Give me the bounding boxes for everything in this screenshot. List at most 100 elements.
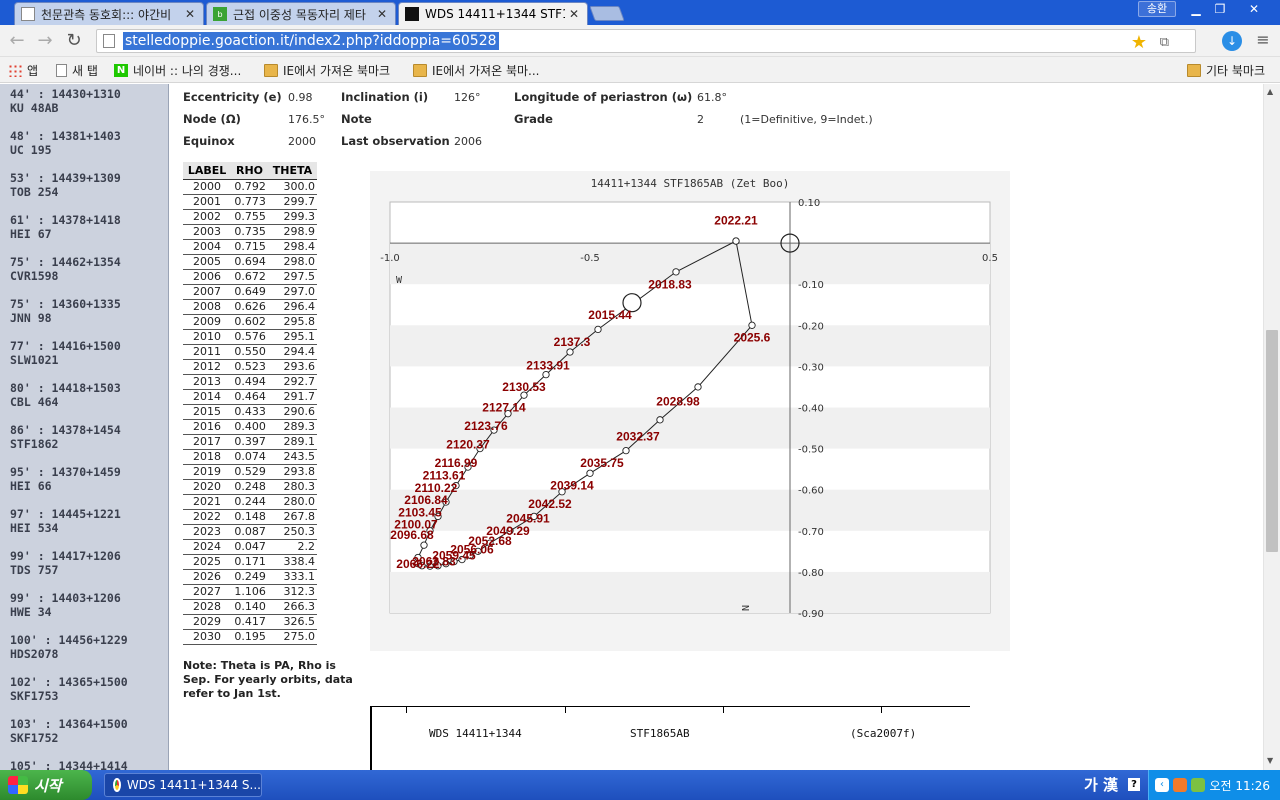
last-observation-label: Last observation bbox=[341, 134, 450, 148]
table-header-row: LABEL RHO THETA bbox=[183, 162, 317, 180]
minimize-icon[interactable]: ▁ bbox=[1184, 1, 1208, 17]
bookmark-new-tab[interactable]: 새 탭 bbox=[56, 61, 98, 79]
table-row: 2006 0.672 297.5 bbox=[183, 269, 317, 285]
last-observation-value: 2006 bbox=[454, 135, 482, 148]
sidebar-item[interactable]: 103' : 14364+1500 SKF1752 bbox=[10, 717, 128, 745]
sidebar-item[interactable]: 86' : 14378+1454 STF1862 bbox=[10, 423, 121, 451]
bookmark-star-icon[interactable]: ★ bbox=[1131, 32, 1147, 53]
sidebar-item[interactable]: 75' : 14462+1354 CVR1598 bbox=[10, 255, 121, 283]
label-cell: 2018 bbox=[183, 449, 232, 465]
table-row: 2008 0.626 296.4 bbox=[183, 299, 317, 315]
orbit-point bbox=[420, 541, 428, 549]
table-row: 2010 0.576 295.1 bbox=[183, 329, 317, 345]
orbit-info-strip: WDS 14411+1344 STF1865AB (Sca2007f) bbox=[370, 706, 970, 770]
back-arrow-icon[interactable]: ← bbox=[6, 30, 28, 52]
download-icon[interactable]: ↓ bbox=[1222, 31, 1242, 51]
theta-cell: 293.8 bbox=[267, 464, 317, 480]
theta-cell: 289.1 bbox=[267, 434, 317, 450]
close-tab-icon[interactable]: ✕ bbox=[377, 7, 389, 21]
tab-wds[interactable]: WDS 14411+1344 STF1865 ✕ bbox=[398, 2, 588, 25]
menu-icon[interactable]: ≡ bbox=[1254, 30, 1272, 49]
start-button[interactable]: 시작 bbox=[0, 770, 92, 800]
theta-cell: 289.3 bbox=[267, 419, 317, 435]
sidebar-item[interactable]: 95' : 14370+1459 HEI 66 bbox=[10, 465, 121, 493]
tray-expand-icon[interactable]: ‹ bbox=[1155, 778, 1169, 792]
sidebar-item[interactable]: 48' : 14381+1403 UC 195 bbox=[10, 129, 121, 157]
theta-cell: 338.4 bbox=[267, 554, 317, 570]
theta-cell: 298.0 bbox=[267, 254, 317, 270]
rho-cell: 0.755 bbox=[231, 209, 268, 225]
label-cell: 2021 bbox=[183, 494, 232, 510]
theta-cell: 298.9 bbox=[267, 224, 317, 240]
forward-arrow-icon[interactable]: → bbox=[34, 30, 56, 52]
sidebar-item[interactable]: 97' : 14445+1221 HEI 534 bbox=[10, 507, 121, 535]
table-row: 2022 0.148 267.8 bbox=[183, 509, 317, 525]
user-profile-button[interactable]: 송환 bbox=[1138, 1, 1176, 17]
scroll-down-icon[interactable]: ▼ bbox=[1267, 756, 1273, 765]
bookmark-naver[interactable]: N 네이버 :: 나의 경쟁... bbox=[114, 61, 241, 79]
label-cell: 2023 bbox=[183, 524, 232, 540]
eccentricity-value: 0.98 bbox=[288, 91, 313, 104]
restore-icon[interactable]: ❐ bbox=[1208, 1, 1232, 17]
table-row: 2004 0.715 298.4 bbox=[183, 239, 317, 255]
address-bar[interactable]: stelledoppie.goaction.it/index2.php?iddo… bbox=[96, 29, 1196, 53]
sidebar-item[interactable]: 102' : 14365+1500 SKF1753 bbox=[10, 675, 128, 703]
orbit-point bbox=[586, 469, 594, 477]
table-row: 2009 0.602 295.8 bbox=[183, 314, 317, 330]
label-cell: 2017 bbox=[183, 434, 232, 450]
theta-cell: 312.3 bbox=[267, 584, 317, 600]
rho-cell: 0.249 bbox=[231, 569, 268, 585]
folder-icon bbox=[413, 63, 427, 77]
table-row: 2014 0.464 291.7 bbox=[183, 389, 317, 405]
bookmark-apps[interactable]: 앱 bbox=[8, 61, 38, 79]
epoch-label: 2025.6 bbox=[734, 331, 771, 345]
sidebar-item[interactable]: 77' : 14416+1500 SLW1021 bbox=[10, 339, 121, 367]
sidebar-item[interactable]: 105' : 14344+1414 bbox=[10, 759, 128, 770]
sidebar-item[interactable]: 99' : 14417+1206 TDS 757 bbox=[10, 549, 121, 577]
rho-cell: 0.694 bbox=[231, 254, 268, 270]
bookmarks-bar: 앱 새 탭 N 네이버 :: 나의 경쟁... IE에서 가져온 북마크 IE에… bbox=[0, 57, 1280, 83]
new-tab-button[interactable] bbox=[589, 6, 625, 21]
scroll-up-icon[interactable]: ▲ bbox=[1267, 87, 1273, 96]
rho-cell: 0.244 bbox=[231, 494, 268, 510]
table-row: 2011 0.550 294.4 bbox=[183, 344, 317, 360]
bookmark-ie-import-1[interactable]: IE에서 가져온 북마크 bbox=[264, 61, 390, 79]
ime-indicator[interactable]: 가 漢 bbox=[1084, 774, 1118, 795]
page-icon bbox=[21, 7, 35, 21]
clock[interactable]: 오전 11:26 bbox=[1210, 777, 1270, 794]
bookmark-ie-import-2[interactable]: IE에서 가져온 북마... bbox=[413, 61, 539, 79]
table-row: 2007 0.649 297.0 bbox=[183, 284, 317, 300]
table-row: 2026 0.249 333.1 bbox=[183, 569, 317, 585]
tab-blog[interactable]: b 근접 이중성 목동자리 제타 ✕ bbox=[206, 2, 396, 25]
table-row: 2027 1.106 312.3 bbox=[183, 584, 317, 600]
translate-icon[interactable]: ⧉ bbox=[1160, 35, 1169, 50]
close-tab-icon[interactable]: ✕ bbox=[569, 7, 581, 21]
tab-astronomy-club[interactable]: 천문관측 동호회::: 야간비 ✕ bbox=[14, 2, 204, 25]
label-cell: 2027 bbox=[183, 584, 232, 600]
scroll-thumb[interactable] bbox=[1266, 330, 1278, 552]
epoch-label: 2123.76 bbox=[464, 419, 508, 433]
grade-note: (1=Definitive, 9=Indet.) bbox=[740, 113, 873, 126]
page-scrollbar[interactable]: ▲ ▼ bbox=[1263, 84, 1280, 770]
taskbar-chrome-window[interactable]: WDS 14411+1344 S... bbox=[104, 773, 262, 797]
theta-cell: 297.0 bbox=[267, 284, 317, 300]
close-tab-icon[interactable]: ✕ bbox=[185, 7, 197, 21]
sidebar-item[interactable]: 44' : 14430+1310 KU 48AB bbox=[10, 87, 121, 115]
page-content: 44' : 14430+1310 KU 48AB 48' : 14381+1403… bbox=[0, 84, 1280, 770]
close-window-icon[interactable]: ✕ bbox=[1232, 1, 1276, 17]
tray-app-icon[interactable] bbox=[1173, 778, 1187, 792]
sidebar-item[interactable]: 99' : 14403+1206 HWE 34 bbox=[10, 591, 121, 619]
orbit-point bbox=[622, 447, 630, 455]
help-icon[interactable]: ? bbox=[1128, 778, 1140, 791]
sidebar-item[interactable]: 75' : 14360+1335 JNN 98 bbox=[10, 297, 121, 325]
site-icon bbox=[405, 7, 419, 21]
bookmark-other[interactable]: 기타 북마크 bbox=[1187, 61, 1265, 79]
epoch-label: 2015.44 bbox=[588, 308, 632, 322]
reload-icon[interactable]: ↻ bbox=[63, 30, 85, 52]
sidebar-item[interactable]: 80' : 14418+1503 CBL 464 bbox=[10, 381, 121, 409]
network-icon[interactable] bbox=[1191, 778, 1205, 792]
sidebar-item[interactable]: 53' : 14439+1309 TOB 254 bbox=[10, 171, 121, 199]
sidebar-item[interactable]: 100' : 14456+1229 HDS2078 bbox=[10, 633, 128, 661]
sidebar-item[interactable]: 61' : 14378+1418 HEI 67 bbox=[10, 213, 121, 241]
url-text[interactable]: stelledoppie.goaction.it/index2.php?iddo… bbox=[123, 32, 499, 50]
